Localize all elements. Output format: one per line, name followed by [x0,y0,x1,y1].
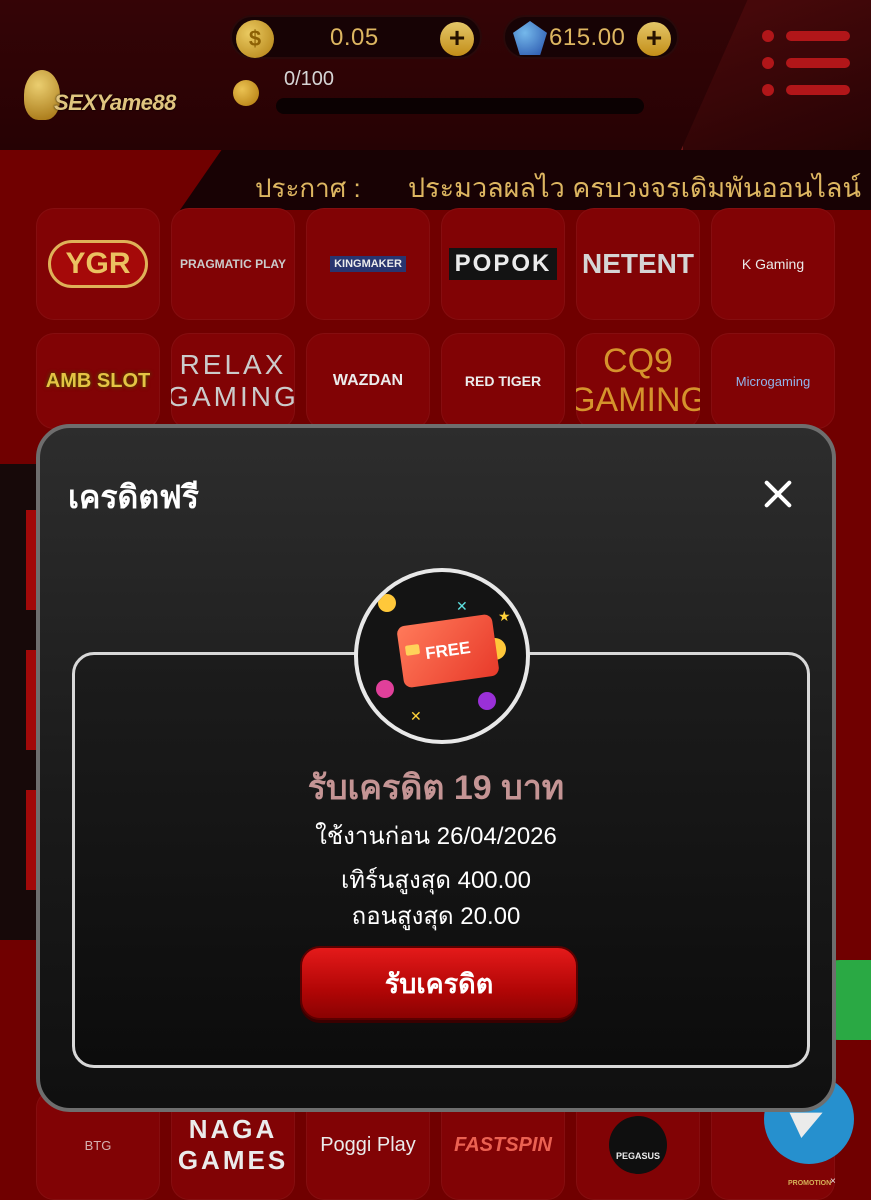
offer-max-turnover: เทิร์นสูงสุด 400.00 [341,867,531,894]
offer-max-withdraw: ถอนสูงสุด 20.00 [351,903,521,930]
offer-expiry: ใช้งานก่อน 26/04/2026 [315,823,557,850]
offer-title: รับเครดิต 19 บาท [307,769,565,807]
ball-decoration [478,692,496,710]
modal-title: เครดิตฟรี [68,479,199,515]
sparkle-icon: ✕ [410,708,422,724]
card-chip-icon [404,644,421,656]
close-icon[interactable] [760,476,796,512]
coin-decoration [378,594,396,612]
free-label: FREE [424,637,472,664]
claim-credit-button[interactable]: รับเครดิต [300,946,578,1020]
sparkle-icon: ✕ [456,598,468,614]
sparkle-icon: ★ [498,608,511,624]
ball-decoration [376,680,394,698]
credit-card-icon: FREE [396,613,500,689]
free-credit-badge: ✕ ✕ ★ FREE [354,568,530,744]
